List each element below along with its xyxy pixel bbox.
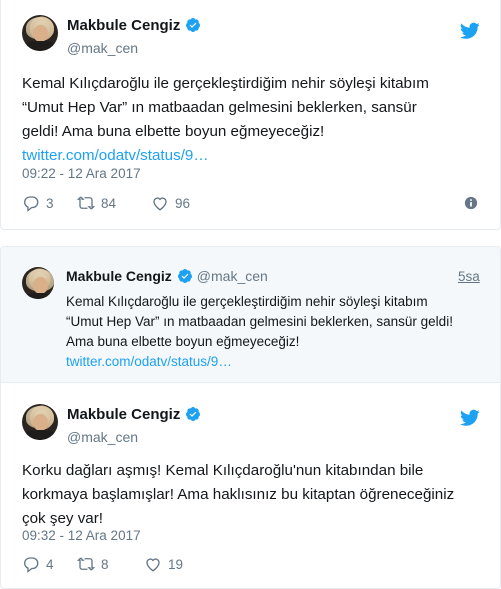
avatar[interactable] (22, 15, 58, 51)
like-icon (153, 197, 167, 211)
retweet-button[interactable]: 84 (77, 194, 151, 212)
timestamp[interactable]: 09:22 - 12 Ara 2017 (22, 166, 141, 181)
tweet-card-2: Makbule Cengiz @mak_cen 5sa Kemal Kılıçda… (0, 246, 501, 589)
quoted-author[interactable]: Makbule Cengiz @mak_cen (66, 268, 268, 284)
like-icon (146, 558, 160, 572)
like-button[interactable]: 19 (144, 555, 183, 573)
reply-button[interactable]: 3 (22, 194, 77, 212)
tweet-link[interactable]: twitter.com/odatv/status/9… (22, 144, 492, 168)
avatar[interactable] (22, 267, 54, 299)
quoted-text: Kemal Kılıçdaroğlu ile gerçekleştirdiğim… (66, 292, 486, 372)
quoted-time[interactable]: 5sa (458, 269, 480, 284)
retweet-icon (77, 196, 95, 210)
verified-badge-icon (186, 407, 201, 421)
tweet-text: Korku dağları aşmış! Kemal Kılıçdaroğlu'… (22, 462, 455, 527)
author-name[interactable]: Makbule Cengiz (67, 17, 201, 34)
quoted-link[interactable]: twitter.com/odatv/status/9… (66, 352, 486, 372)
like-button[interactable]: 96 (151, 194, 190, 212)
twitter-bird-icon[interactable] (460, 22, 480, 40)
reply-button[interactable]: 4 (22, 555, 77, 573)
verified-badge-icon (177, 269, 192, 283)
author-handle[interactable]: @mak_cen (67, 429, 138, 445)
author-handle[interactable]: @mak_cen (67, 40, 138, 56)
tweet-card-1: Makbule Cengiz @mak_cen Kemal Kılıçdaroğ… (0, 0, 501, 230)
tweet-actions: 3 84 96 (22, 193, 190, 213)
info-icon[interactable] (464, 196, 478, 210)
tweet-actions: 4 8 19 (22, 554, 183, 574)
author-name[interactable]: Makbule Cengiz (67, 406, 201, 423)
twitter-bird-icon[interactable] (460, 409, 480, 427)
reply-icon (24, 557, 39, 573)
tweet-text: Kemal Kılıçdaroğlu ile gerçekleştirdiğim… (22, 72, 492, 168)
retweet-icon (77, 557, 95, 571)
reply-icon (24, 196, 39, 212)
retweet-button[interactable]: 8 (77, 555, 144, 573)
quoted-handle[interactable]: @mak_cen (197, 268, 268, 284)
avatar[interactable] (22, 404, 58, 440)
timestamp[interactable]: 09:32 - 12 Ara 2017 (22, 528, 141, 543)
quoted-tweet[interactable]: Makbule Cengiz @mak_cen 5sa Kemal Kılıçda… (1, 247, 500, 383)
verified-badge-icon (186, 18, 201, 32)
